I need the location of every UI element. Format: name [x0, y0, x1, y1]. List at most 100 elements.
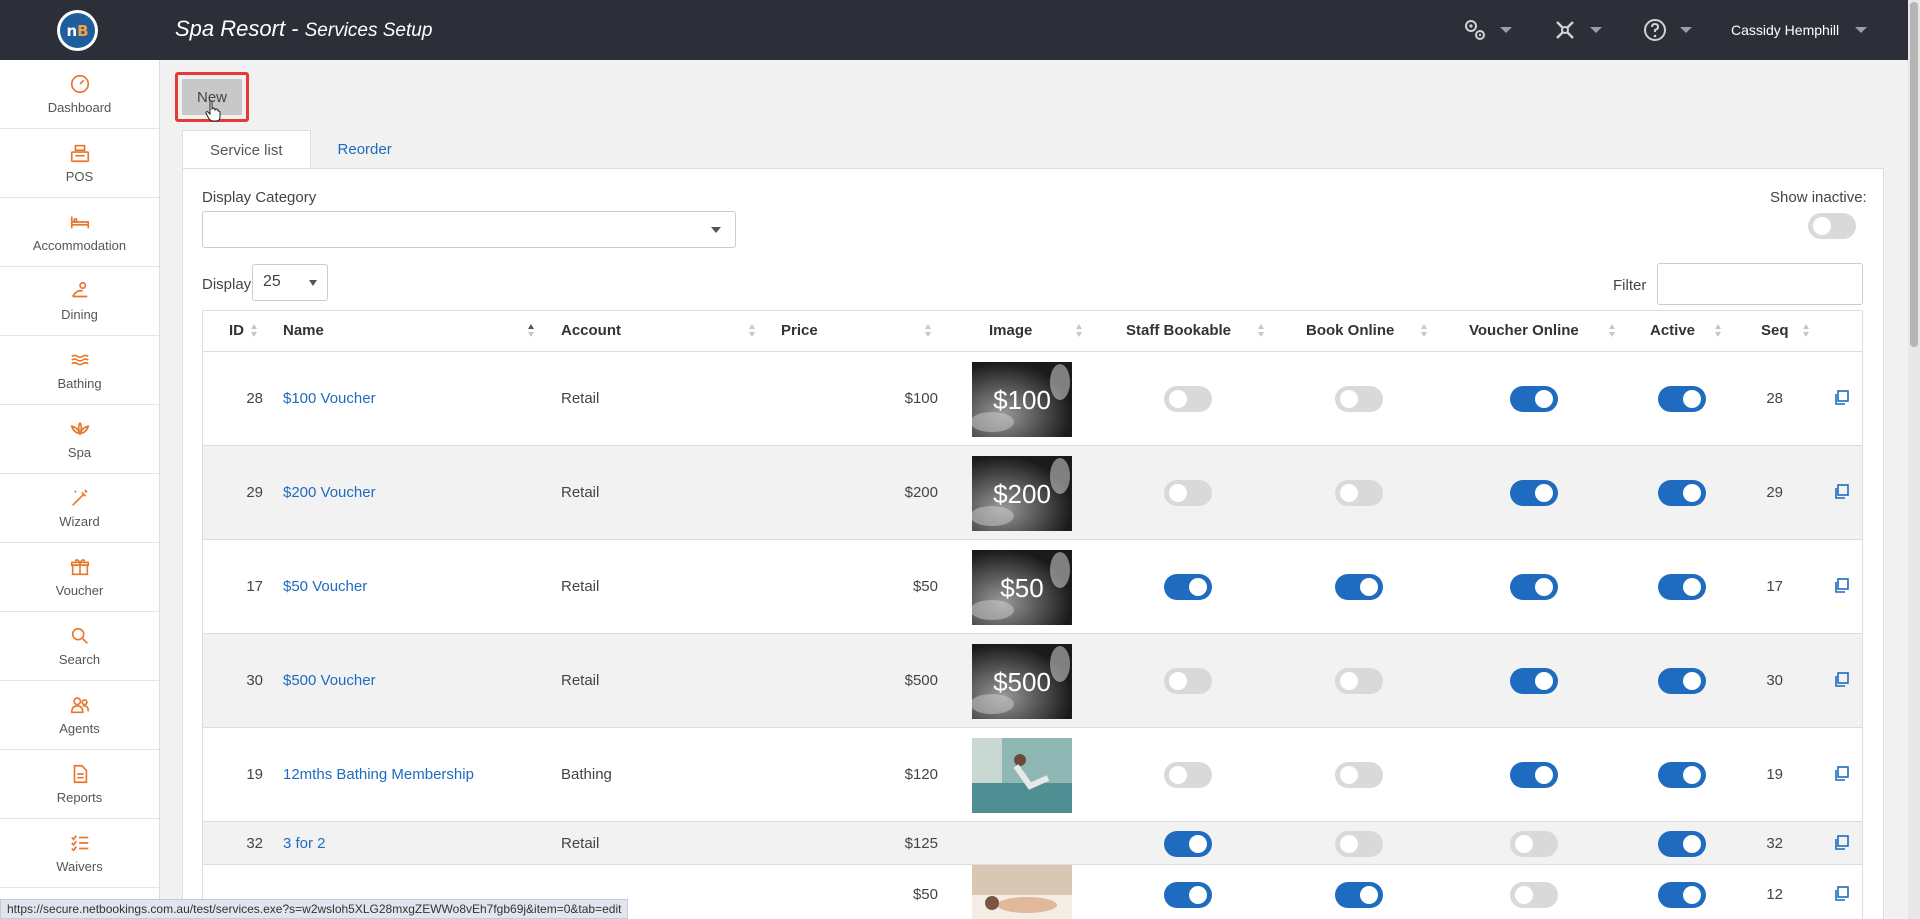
active-toggle[interactable]: [1658, 668, 1706, 694]
copy-service-icon[interactable]: [1833, 578, 1849, 594]
book-online-toggle[interactable]: [1335, 762, 1383, 788]
column-header-seq[interactable]: Seq: [1761, 322, 1789, 339]
book-online-toggle[interactable]: [1335, 668, 1383, 694]
sidebar-item-accommodation[interactable]: Accommodation: [0, 198, 159, 267]
sidebar-item-search[interactable]: Search: [0, 612, 159, 681]
table-row[interactable]: 17 $50 Voucher Retail $50 $50 17: [203, 540, 1862, 634]
staff-bookable-toggle[interactable]: [1164, 668, 1212, 694]
book-online-toggle[interactable]: [1335, 480, 1383, 506]
active-toggle[interactable]: [1658, 574, 1706, 600]
tab-bar: Service list Reorder: [182, 130, 419, 169]
staff-bookable-toggle[interactable]: [1164, 480, 1212, 506]
sidebar-item-pos[interactable]: POS: [0, 129, 159, 198]
staff-bookable-toggle[interactable]: [1164, 762, 1212, 788]
column-header-name[interactable]: Name: [283, 322, 324, 339]
sidebar-item-voucher[interactable]: Voucher: [0, 543, 159, 612]
voucher-online-toggle[interactable]: [1510, 668, 1558, 694]
sidebar-item-label: Waivers: [56, 859, 103, 874]
tab-reorder[interactable]: Reorder: [311, 130, 419, 169]
column-header-image[interactable]: Image: [989, 322, 1032, 339]
help-menu[interactable]: [1642, 17, 1692, 43]
wrench-cross-icon: [1556, 21, 1574, 39]
display-category-label: Display Category: [202, 189, 317, 206]
copy-service-icon[interactable]: [1833, 886, 1849, 902]
sidebar-item-waivers[interactable]: Waivers: [0, 819, 159, 888]
staff-bookable-toggle[interactable]: [1164, 830, 1212, 857]
column-header-voucher-online[interactable]: Voucher Online: [1469, 322, 1579, 339]
staff-bookable-toggle[interactable]: [1164, 574, 1212, 600]
show-inactive-toggle[interactable]: [1808, 213, 1856, 239]
settings-menu[interactable]: [1462, 17, 1512, 43]
user-menu[interactable]: Cassidy Hemphill: [1731, 22, 1868, 38]
voucher-online-toggle[interactable]: [1510, 762, 1558, 788]
top-bar: nB Spa Resort - Services Setup Cassidy H…: [0, 0, 1920, 60]
water-waves-icon: [70, 354, 89, 366]
voucher-online-toggle[interactable]: [1510, 480, 1558, 506]
service-name-link[interactable]: $50 Voucher: [283, 578, 367, 595]
staff-bookable-toggle[interactable]: [1164, 882, 1212, 908]
active-toggle[interactable]: [1658, 882, 1706, 908]
table-header: ID Name Account Price Image Staff Bookab…: [203, 311, 1862, 352]
cell-account: Retail: [561, 390, 600, 407]
sidebar-item-bathing[interactable]: Bathing: [0, 336, 159, 405]
table-row[interactable]: 19 12mths Bathing Membership Bathing $120 19: [203, 728, 1862, 822]
voucher-thumbnail: $100: [972, 361, 1072, 437]
book-online-toggle[interactable]: [1335, 574, 1383, 600]
sidebar-item-dashboard[interactable]: Dashboard: [0, 60, 159, 129]
column-header-price[interactable]: Price: [781, 322, 818, 339]
service-name-link[interactable]: 12mths Bathing Membership: [283, 766, 474, 783]
tab-service-list[interactable]: Service list: [182, 130, 311, 169]
voucher-online-toggle[interactable]: [1510, 574, 1558, 600]
sidebar-item-agents[interactable]: Agents: [0, 681, 159, 750]
filter-input[interactable]: [1657, 263, 1863, 305]
table-row[interactable]: 28 $100 Voucher Retail $100 $100 28: [203, 352, 1862, 446]
page-size-select[interactable]: 25: [252, 264, 328, 301]
table-row[interactable]: 30 $500 Voucher Retail $500 $500 30: [203, 634, 1862, 728]
sort-icon: [1258, 324, 1264, 338]
copy-service-icon[interactable]: [1833, 390, 1849, 406]
table-row[interactable]: 32 3 for 2 Retail $125 32: [203, 822, 1862, 865]
book-online-toggle[interactable]: [1335, 830, 1383, 857]
dining-icon: [71, 281, 87, 298]
table-row[interactable]: 29 $200 Voucher Retail $200 $200 29: [203, 446, 1862, 540]
column-header-staff-bookable[interactable]: Staff Bookable: [1126, 322, 1231, 339]
service-name-link[interactable]: $100 Voucher: [283, 390, 376, 407]
app-logo[interactable]: nB: [57, 10, 98, 51]
active-toggle[interactable]: [1658, 830, 1706, 857]
scrollbar-thumb[interactable]: [1910, 2, 1918, 347]
display-category-select[interactable]: [202, 211, 736, 248]
sidebar-item-label: Dashboard: [47, 100, 112, 115]
copy-service-icon[interactable]: [1833, 672, 1849, 688]
sidebar-item-label: Voucher: [55, 583, 104, 598]
page-scrollbar[interactable]: [1908, 0, 1920, 919]
service-name-link[interactable]: 3 for 2: [283, 835, 326, 852]
active-toggle[interactable]: [1658, 480, 1706, 506]
cell-account: Bathing: [561, 766, 612, 783]
sidebar-item-reports[interactable]: Reports: [0, 750, 159, 819]
column-header-id[interactable]: ID: [229, 322, 244, 339]
tools-menu[interactable]: [1552, 17, 1602, 43]
column-header-book-online[interactable]: Book Online: [1306, 322, 1394, 339]
book-online-toggle[interactable]: [1335, 882, 1383, 908]
cell-price: $125: [904, 834, 938, 852]
copy-service-icon[interactable]: [1833, 834, 1849, 851]
voucher-online-toggle[interactable]: [1510, 386, 1558, 412]
sidebar-item-label: Spa: [67, 445, 92, 460]
service-name-link[interactable]: $500 Voucher: [283, 672, 376, 689]
active-toggle[interactable]: [1658, 762, 1706, 788]
sidebar-item-spa[interactable]: Spa: [0, 405, 159, 474]
bed-icon: [70, 216, 89, 229]
copy-service-icon[interactable]: [1833, 484, 1849, 500]
voucher-online-toggle[interactable]: [1510, 882, 1558, 908]
service-name-link[interactable]: $200 Voucher: [283, 484, 376, 501]
sidebar-item-dining[interactable]: Dining: [0, 267, 159, 336]
active-toggle[interactable]: [1658, 386, 1706, 412]
column-header-account[interactable]: Account: [561, 322, 621, 339]
book-online-toggle[interactable]: [1335, 386, 1383, 412]
staff-bookable-toggle[interactable]: [1164, 386, 1212, 412]
voucher-online-toggle[interactable]: [1510, 830, 1558, 857]
sidebar-item-wizard[interactable]: Wizard: [0, 474, 159, 543]
sidebar-item-label: Wizard: [59, 514, 100, 529]
column-header-active[interactable]: Active: [1650, 322, 1695, 339]
copy-service-icon[interactable]: [1833, 766, 1849, 782]
